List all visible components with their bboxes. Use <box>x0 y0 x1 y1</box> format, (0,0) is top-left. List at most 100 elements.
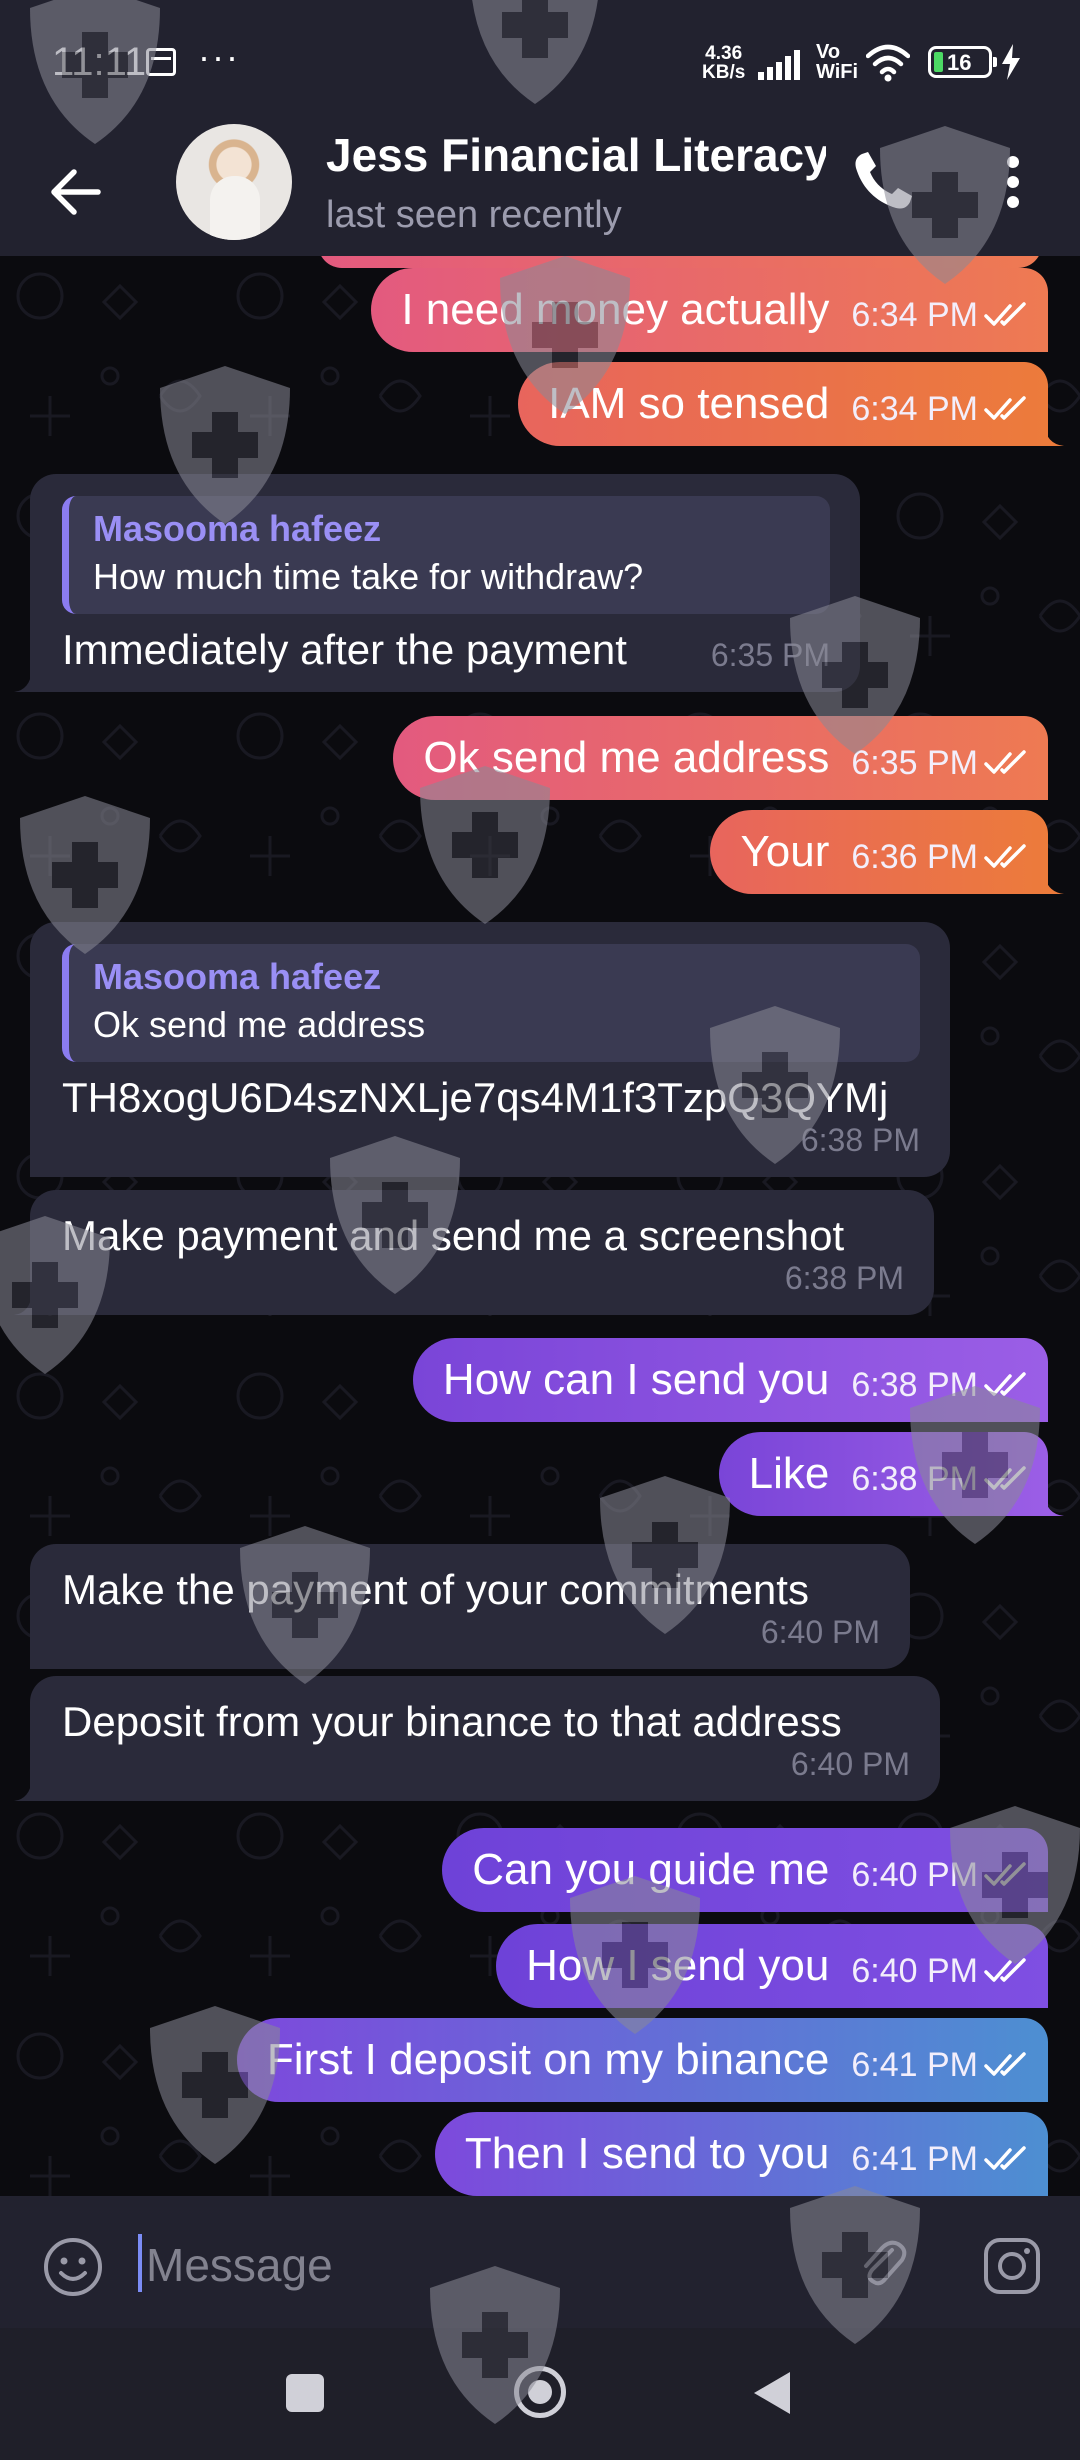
bubble-tail <box>14 1293 32 1315</box>
text-cursor <box>138 2234 142 2292</box>
back-arrow-icon[interactable] <box>40 156 112 228</box>
system-navigation-bar <box>0 2328 1080 2460</box>
smiley-icon[interactable] <box>42 2236 104 2298</box>
status-time: 11:11 <box>52 40 147 84</box>
message-list[interactable]: I need money actually 6:34 PM IAM so tens… <box>0 256 1080 2196</box>
previous-message-edge <box>318 256 1042 268</box>
message-text: Immediately after the payment <box>62 626 627 673</box>
message-text: I need money actually <box>401 285 830 334</box>
message-time: 6:38 PM <box>784 1260 904 1296</box>
message-outgoing[interactable]: How I send you 6:40 PM <box>496 1924 1048 2008</box>
battery-level: 16 <box>947 50 972 75</box>
double-check-icon <box>984 396 1026 420</box>
avatar[interactable] <box>176 124 292 240</box>
message-outgoing[interactable]: Your 6:36 PM <box>710 810 1064 894</box>
reply-quote: Ok send me address <box>93 1004 426 1045</box>
message-time: 6:35 PM <box>851 744 978 782</box>
bubble-tail <box>1044 872 1064 894</box>
message-outgoing[interactable]: First I deposit on my binance 6:41 PM <box>236 2018 1048 2102</box>
message-text: Make the payment of your commitments <box>62 1566 809 1613</box>
more-notifications-icon: ··· <box>198 36 240 77</box>
calendar-icon <box>146 48 176 76</box>
double-check-icon <box>984 2052 1026 2076</box>
reply-author: Masooma hafeez <box>93 508 382 549</box>
message-outgoing[interactable]: I need money actually 6:34 PM <box>371 268 1048 352</box>
message-time: 6:41 PM <box>851 2046 978 2084</box>
more-vertical-icon[interactable] <box>998 150 1028 214</box>
double-check-icon <box>984 750 1026 774</box>
message-text: Your <box>740 827 830 876</box>
double-check-icon <box>984 1372 1026 1396</box>
double-check-icon <box>984 302 1026 326</box>
message-incoming[interactable]: Deposit from your binance to that addres… <box>14 1676 940 1801</box>
home-button[interactable] <box>514 2366 566 2418</box>
message-time: 6:41 PM <box>851 2140 978 2178</box>
status-bar: 11:11 ··· 4.36 KB/s Vo WiFi 16 <box>0 0 1080 128</box>
message-time: 6:40 PM <box>851 1856 978 1894</box>
reply-preview[interactable]: Masooma hafeez Ok send me address <box>62 944 920 1062</box>
last-seen-status: last seen recently <box>326 194 622 236</box>
vowifi-top: Vo <box>816 41 841 63</box>
double-check-icon <box>984 1466 1026 1490</box>
recent-apps-button[interactable] <box>286 2374 324 2412</box>
nav-back-icon[interactable] <box>752 2370 792 2416</box>
double-check-icon <box>984 1862 1026 1886</box>
bubble-tail <box>14 670 32 692</box>
message-text: IAM so tensed <box>548 379 830 428</box>
vowifi-bottom: WiFi <box>816 61 859 83</box>
vowifi-indicator: Vo WiFi <box>816 42 858 82</box>
message-text: How I send you <box>526 1941 830 1990</box>
message-time: 6:34 PM <box>851 390 978 428</box>
message-text: Like <box>748 1449 830 1498</box>
message-outgoing[interactable]: Then I send to you 6:41 PM <box>434 2112 1048 2196</box>
battery-icon: 16 <box>928 46 997 78</box>
wallet-address-text[interactable]: TH8xogU6D4szNXLje7qs4M1f3TzpQ3QYMj <box>62 1074 920 1122</box>
message-incoming[interactable]: Masooma hafeez How much time take for wi… <box>14 474 860 692</box>
message-text: Then I send to you <box>464 2129 830 2178</box>
message-time: 6:34 PM <box>851 296 978 334</box>
bubble-tail <box>1044 424 1064 446</box>
message-outgoing[interactable]: Ok send me address 6:35 PM <box>393 716 1048 800</box>
message-time: 6:40 PM <box>790 1746 910 1782</box>
message-outgoing[interactable]: How can I send you 6:38 PM <box>412 1338 1048 1422</box>
message-outgoing[interactable]: Can you guide me 6:40 PM <box>442 1828 1048 1912</box>
bubble-tail <box>1044 1494 1064 1516</box>
reply-author: Masooma hafeez <box>93 956 382 997</box>
message-time: 6:38 PM <box>851 1460 978 1498</box>
message-incoming[interactable]: Make the payment of your commitments 6:4… <box>30 1544 910 1669</box>
network-speed-unit: KB/s <box>702 62 746 83</box>
instagram-camera-icon[interactable] <box>980 2234 1044 2298</box>
message-incoming[interactable]: Masooma hafeez Ok send me address TH8xog… <box>30 922 950 1177</box>
message-text: Make payment and send me a screenshot <box>62 1212 845 1259</box>
message-time: 6:36 PM <box>851 838 978 876</box>
wifi-icon <box>866 44 910 82</box>
message-time: 6:38 PM <box>851 1366 978 1404</box>
double-check-icon <box>984 2146 1026 2170</box>
phone-icon[interactable] <box>850 148 916 214</box>
message-time: 6:38 PM <box>800 1122 920 1158</box>
chat-title[interactable]: Jess Financial Literacy <box>326 128 826 182</box>
message-outgoing[interactable]: IAM so tensed 6:34 PM <box>518 362 1064 446</box>
message-outgoing[interactable]: Like 6:38 PM <box>718 1432 1064 1516</box>
reply-quote: How much time take for withdraw? <box>93 556 644 597</box>
paperclip-icon[interactable] <box>852 2232 916 2296</box>
bubble-tail <box>14 1779 32 1801</box>
message-text: Ok send me address <box>423 733 830 782</box>
network-speed: 4.36 KB/s <box>702 44 745 82</box>
message-composer <box>0 2196 1080 2328</box>
message-time: 6:40 PM <box>760 1614 880 1650</box>
message-input[interactable] <box>144 2224 798 2306</box>
reply-preview[interactable]: Masooma hafeez How much time take for wi… <box>62 496 830 614</box>
message-text: Deposit from your binance to that addres… <box>62 1698 842 1745</box>
charging-icon <box>1002 44 1020 80</box>
message-text: First I deposit on my binance <box>266 2035 830 2084</box>
double-check-icon <box>984 1958 1026 1982</box>
network-speed-value: 4.36 <box>705 43 743 64</box>
signal-icon <box>758 48 806 80</box>
message-incoming[interactable]: Make payment and send me a screenshot 6:… <box>14 1190 934 1315</box>
message-text: Can you guide me <box>472 1845 830 1894</box>
double-check-icon <box>984 844 1026 868</box>
message-time: 6:40 PM <box>851 1952 978 1990</box>
message-text: How can I send you <box>442 1355 830 1404</box>
message-time: 6:35 PM <box>710 637 830 673</box>
